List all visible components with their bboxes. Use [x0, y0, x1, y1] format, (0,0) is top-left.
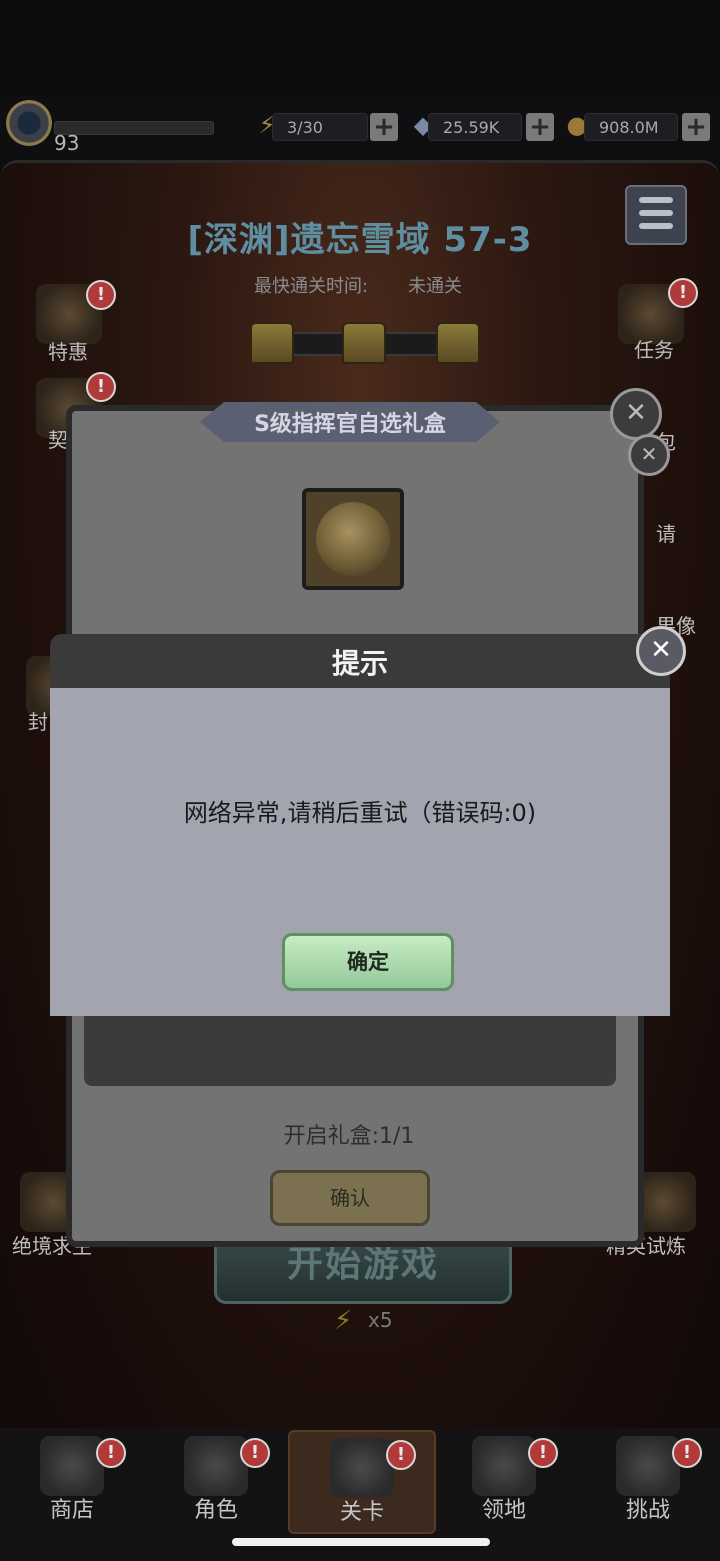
gold-value: 908.0M	[584, 113, 678, 141]
nav-stages-label: 关卡	[339, 1500, 384, 1525]
gift-box-open-count: 开启礼盒:1/1	[283, 1124, 415, 1149]
invite-label: 请	[656, 522, 676, 546]
nav-challenge-label: 挑战	[625, 1498, 670, 1523]
add-gold-button[interactable]: +	[682, 113, 710, 141]
gift-box-confirm-button[interactable]: 确认	[270, 1170, 430, 1226]
nav-territory-label: 领地	[481, 1498, 526, 1523]
add-gems-button[interactable]: +	[526, 113, 554, 141]
fastest-time-value: 未通关	[408, 276, 462, 297]
special-offer-badge: !	[86, 280, 116, 310]
castle-icon	[472, 1436, 536, 1496]
reward-chest-2[interactable]	[342, 322, 386, 364]
energy-cost: x5	[368, 1308, 393, 1332]
character-icon	[184, 1436, 248, 1496]
alert-title: 提示	[331, 647, 388, 680]
stages-badge: !	[386, 1440, 416, 1470]
home-indicator[interactable]	[232, 1538, 490, 1546]
nav-challenge[interactable]: ! 挑战	[576, 1430, 720, 1530]
special-offer-label: 特惠	[48, 340, 88, 364]
challenge-scroll-icon	[616, 1436, 680, 1496]
nav-shop-label: 商店	[49, 1498, 94, 1523]
gems-value: 25.59K	[428, 113, 522, 141]
reward-chest-3[interactable]	[436, 322, 480, 364]
menu-icon	[639, 197, 673, 203]
gift-box-list	[84, 1010, 616, 1086]
nav-stages[interactable]: ! 关卡	[288, 1430, 436, 1534]
energy-cost-icon: ⚡	[334, 1306, 353, 1336]
contract-label: 契	[48, 428, 68, 452]
reward-chest-1[interactable]	[250, 322, 294, 364]
player-level: 93	[54, 131, 80, 155]
nav-characters-label: 角色	[193, 1498, 238, 1523]
crossed-swords-icon	[330, 1438, 394, 1498]
gift-box-close-icon[interactable]: ✕	[610, 388, 662, 440]
treasure-bag-icon	[316, 502, 390, 576]
stage-title: [深渊]遗忘雪域 57-3	[187, 220, 533, 260]
alert-ok-button[interactable]: 确定	[282, 933, 454, 991]
energy-value: 3/30	[272, 113, 368, 141]
shop-icon	[40, 1436, 104, 1496]
add-energy-button[interactable]: +	[370, 113, 398, 141]
challenge-badge: !	[672, 1438, 702, 1468]
nav-characters[interactable]: ! 角色	[144, 1430, 288, 1530]
fastest-time-label: 最快通关时间:	[254, 276, 369, 297]
player-level-icon[interactable]	[6, 100, 52, 146]
menu-button[interactable]	[625, 185, 687, 245]
nav-shop[interactable]: ! 商店	[0, 1430, 144, 1530]
tasks-label: 任务	[634, 338, 674, 362]
shop-badge: !	[96, 1438, 126, 1468]
gift-box-title: S级指挥官自选礼盒	[254, 412, 446, 437]
secondary-close-icon[interactable]: ✕	[628, 434, 670, 476]
seal-label: 封	[28, 710, 48, 734]
alert-message: 网络异常,请稍后重试（错误码:0)	[183, 799, 537, 827]
contract-badge: !	[86, 372, 116, 402]
territory-badge: !	[528, 1438, 558, 1468]
nav-territory[interactable]: ! 领地	[432, 1430, 576, 1530]
characters-badge: !	[240, 1438, 270, 1468]
alert-close-icon[interactable]: ✕	[636, 626, 686, 676]
tasks-badge: !	[668, 278, 698, 308]
gift-box-item[interactable]	[302, 488, 404, 590]
